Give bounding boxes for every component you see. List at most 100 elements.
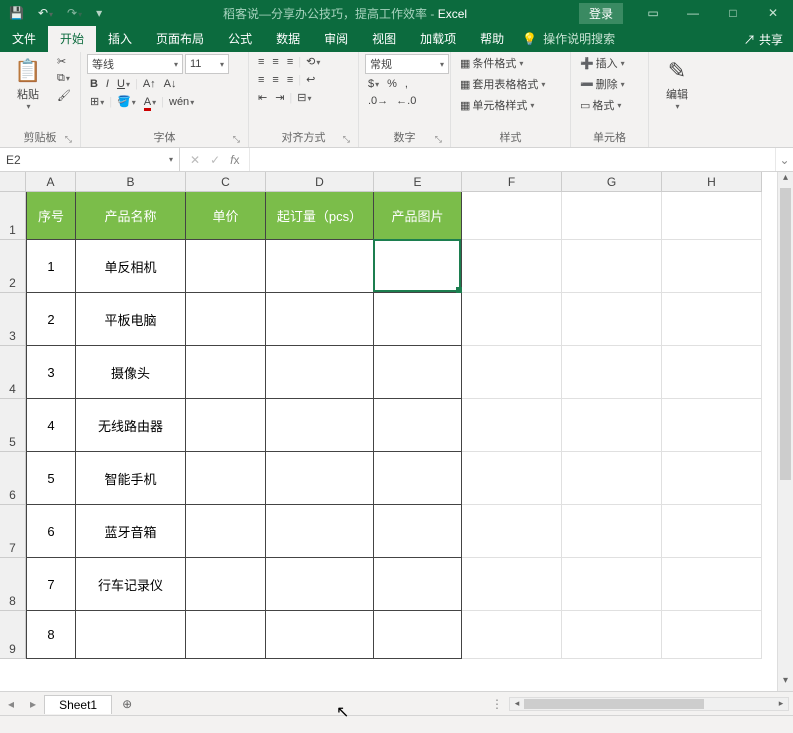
scroll-right-icon[interactable]: ▸ — [774, 698, 788, 709]
close-icon[interactable]: ✕ — [753, 6, 793, 20]
conditional-formatting-button[interactable]: ▦ 条件格式▾ — [457, 54, 564, 72]
row-header[interactable]: 8 — [0, 558, 26, 611]
cell[interactable] — [374, 293, 462, 346]
row-header[interactable]: 6 — [0, 452, 26, 505]
orientation-icon[interactable]: ⟲▾ — [303, 54, 323, 69]
cell[interactable] — [186, 558, 266, 611]
increase-decimal-icon[interactable]: .0→ — [365, 94, 391, 108]
cell[interactable] — [662, 293, 762, 346]
maximize-icon[interactable]: □ — [713, 6, 753, 20]
login-button[interactable]: 登录 — [579, 3, 623, 24]
undo-icon[interactable]: ↶▾ — [35, 5, 56, 21]
row-header[interactable]: 3 — [0, 293, 26, 346]
tab-home[interactable]: 开始 — [48, 26, 96, 52]
align-bottom-icon[interactable]: ≡ — [284, 55, 296, 69]
cell[interactable] — [374, 346, 462, 399]
redo-icon[interactable]: ↷▾ — [64, 5, 85, 21]
cell[interactable] — [266, 399, 374, 452]
tab-file[interactable]: 文件 — [0, 26, 48, 52]
share-button[interactable]: ↗ 共享 — [734, 31, 793, 48]
cell[interactable]: 行车记录仪 — [76, 558, 186, 611]
cell[interactable] — [462, 192, 562, 240]
format-painter-icon[interactable]: 🖌 — [54, 88, 74, 103]
comma-format-icon[interactable]: , — [402, 77, 411, 91]
column-header[interactable]: A — [26, 172, 76, 192]
decrease-indent-icon[interactable]: ⇤ — [255, 90, 270, 105]
number-format-combo[interactable]: 常规▾ — [365, 54, 449, 74]
tab-help[interactable]: 帮助 — [468, 26, 516, 52]
column-header[interactable]: C — [186, 172, 266, 192]
cell[interactable] — [266, 293, 374, 346]
alignment-launcher-icon[interactable]: ⤡ — [343, 134, 350, 145]
select-all-corner[interactable] — [0, 172, 26, 192]
tab-insert[interactable]: 插入 — [96, 26, 144, 52]
delete-cells-button[interactable]: ➖ 删除▾ — [577, 75, 642, 93]
cell[interactable] — [462, 505, 562, 558]
cell[interactable] — [562, 505, 662, 558]
copy-icon[interactable]: ⧉▾ — [54, 71, 74, 86]
cell[interactable] — [562, 452, 662, 505]
cell[interactable] — [662, 192, 762, 240]
accounting-format-icon[interactable]: $▾ — [365, 77, 382, 91]
cell[interactable] — [662, 505, 762, 558]
cell[interactable]: 产品名称 — [76, 192, 186, 240]
cell[interactable] — [562, 611, 662, 659]
sheet-tab[interactable]: Sheet1 — [44, 695, 112, 714]
column-header[interactable]: E — [374, 172, 462, 192]
cell[interactable] — [462, 399, 562, 452]
format-as-table-button[interactable]: ▦ 套用表格格式▾ — [457, 75, 564, 93]
borders-button[interactable]: ⊞▾ — [87, 94, 107, 109]
font-name-combo[interactable]: 等线▾ — [87, 54, 183, 74]
cell[interactable]: 序号 — [26, 192, 76, 240]
sheet-nav-next-icon[interactable]: ▸ — [22, 697, 44, 711]
cell[interactable] — [662, 611, 762, 659]
row-header[interactable]: 1 — [0, 192, 26, 240]
cell[interactable]: 7 — [26, 558, 76, 611]
paste-button[interactable]: 📋 粘贴 ▾ — [6, 54, 50, 127]
cell[interactable]: 2 — [26, 293, 76, 346]
column-header[interactable]: B — [76, 172, 186, 192]
increase-font-icon[interactable]: A↑ — [140, 77, 159, 91]
cell[interactable] — [266, 505, 374, 558]
italic-button[interactable]: I — [103, 77, 112, 91]
cell[interactable] — [662, 452, 762, 505]
cell[interactable] — [266, 240, 374, 293]
font-size-combo[interactable]: 11▾ — [185, 54, 229, 74]
cell[interactable] — [186, 240, 266, 293]
cell[interactable]: 智能手机 — [76, 452, 186, 505]
cell[interactable]: 5 — [26, 452, 76, 505]
cell[interactable] — [186, 505, 266, 558]
cell[interactable]: 3 — [26, 346, 76, 399]
formula-input[interactable] — [250, 148, 775, 171]
row-header[interactable]: 2 — [0, 240, 26, 293]
align-top-icon[interactable]: ≡ — [255, 55, 267, 69]
expand-formula-bar-icon[interactable]: ⌄ — [775, 148, 793, 171]
horizontal-scrollbar[interactable]: ◂ ▸ — [509, 697, 789, 711]
column-header[interactable]: F — [462, 172, 562, 192]
editing-button[interactable]: ✎ 编辑 ▾ — [655, 54, 699, 143]
cell[interactable] — [266, 611, 374, 659]
cell[interactable] — [266, 558, 374, 611]
cell[interactable] — [462, 346, 562, 399]
enter-formula-icon[interactable]: ✓ — [210, 153, 220, 167]
number-launcher-icon[interactable]: ⤡ — [435, 134, 442, 145]
tab-review[interactable]: 审阅 — [312, 26, 360, 52]
cell[interactable]: 产品图片 — [374, 192, 462, 240]
cell[interactable] — [374, 558, 462, 611]
cell[interactable] — [562, 240, 662, 293]
scroll-up-icon[interactable]: ▴ — [778, 172, 793, 188]
cell[interactable] — [266, 346, 374, 399]
merge-center-button[interactable]: ⊟▾ — [294, 90, 314, 105]
row-header[interactable]: 5 — [0, 399, 26, 452]
name-box[interactable]: E2▾ — [0, 148, 180, 171]
cell[interactable] — [562, 192, 662, 240]
cell[interactable] — [462, 240, 562, 293]
tab-formulas[interactable]: 公式 — [216, 26, 264, 52]
cell[interactable] — [662, 399, 762, 452]
column-header[interactable]: H — [662, 172, 762, 192]
cell[interactable]: 单反相机 — [76, 240, 186, 293]
tell-me-search[interactable]: 操作说明搜索 — [543, 26, 627, 52]
align-center-icon[interactable]: ≡ — [269, 73, 281, 87]
tab-page-layout[interactable]: 页面布局 — [144, 26, 216, 52]
cell[interactable] — [374, 240, 462, 293]
